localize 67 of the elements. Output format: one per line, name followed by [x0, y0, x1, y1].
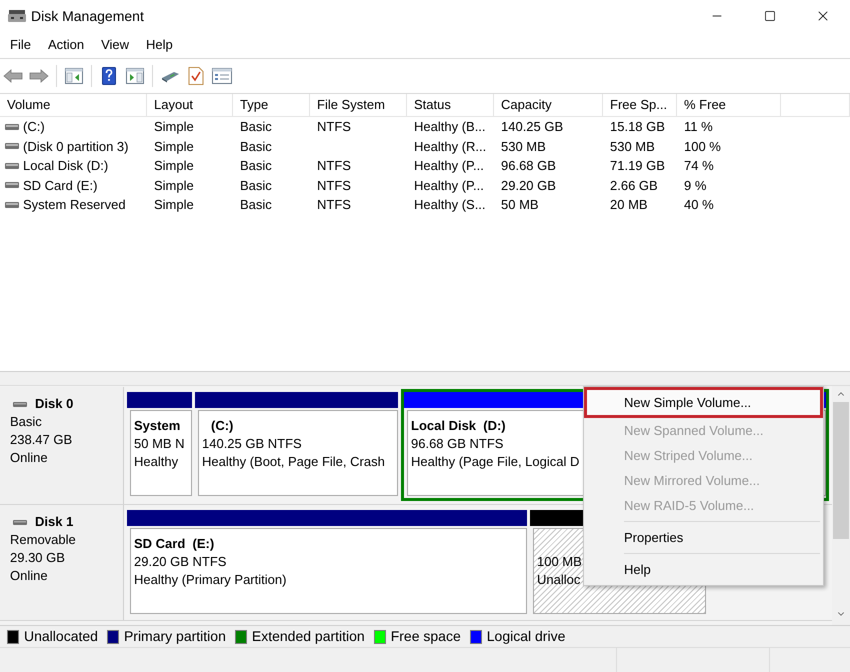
partition-title: Local Disk (D:)	[411, 417, 506, 435]
table-cell: Healthy (S...	[414, 197, 486, 212]
partition-status: Unalloc	[537, 571, 580, 589]
table-cell: Basic	[240, 197, 272, 212]
disk-type: Removable	[10, 531, 76, 549]
table-cell: NTFS	[317, 158, 351, 173]
table-cell: Basic	[240, 119, 272, 134]
legend-label: Primary partition	[124, 627, 226, 646]
table-cell: Simple	[154, 197, 194, 212]
table-cell: NTFS	[317, 119, 351, 134]
partition-size: 100 MB	[537, 553, 582, 571]
legend-label: Extended partition	[252, 627, 365, 646]
table-cell: 20 MB	[610, 197, 648, 212]
partition-size: 140.25 GB NTFS	[202, 435, 302, 453]
table-cell: 50 MB	[501, 197, 539, 212]
table-cell: Healthy (P...	[414, 158, 484, 173]
table-cell-text: (C:)	[23, 118, 45, 136]
table-cell: Basic	[240, 158, 272, 173]
disk-type: Basic	[10, 413, 42, 431]
table-cell-text: (Disk 0 partition 3)	[23, 138, 128, 156]
partition-title: SD Card (E:)	[134, 535, 214, 553]
table-cell: 11 %	[684, 119, 713, 134]
table-cell: 15.18 GB	[610, 119, 665, 134]
table-cell: Simple	[154, 178, 194, 192]
table-cell: Simple	[154, 138, 194, 154]
partition-status: Healthy (Boot, Page File, Crash	[202, 453, 385, 471]
table-cell: 100 %	[684, 138, 721, 154]
partition-size: 29.20 GB NTFS	[134, 553, 226, 571]
partition-status: Healthy (Primary Partition)	[134, 571, 286, 589]
table-cell-text: SD Card (E:)	[23, 176, 98, 195]
table-cell: NTFS	[317, 178, 351, 192]
partition-status: Healthy (Page File, Logical D	[411, 453, 580, 471]
legend-label: Logical drive	[486, 627, 566, 646]
table-cell: Healthy (B...	[414, 119, 486, 134]
table-cell: 71.19 GB	[610, 158, 665, 173]
partition-size: 50 MB N	[134, 435, 185, 453]
table-cell: Simple	[154, 158, 194, 173]
table-cell: 2.66 GB	[610, 178, 658, 192]
table-cell-text: Local Disk (D:)	[23, 157, 108, 175]
disk-name: Disk 0	[35, 395, 74, 413]
legend-label: Free space	[390, 627, 461, 646]
table-cell: 74 %	[684, 158, 714, 173]
disk-status: Online	[10, 567, 48, 585]
table-cell: 140.25 GB	[501, 119, 564, 134]
table-cell: Healthy (R...	[414, 138, 486, 154]
table-cell: Healthy (P...	[414, 178, 484, 192]
partition-title: System	[134, 417, 180, 435]
window-title: Disk Management	[31, 6, 144, 26]
table-cell: 96.68 GB	[501, 158, 556, 173]
disk-status: Online	[10, 449, 48, 467]
table-cell: 530 MB	[501, 138, 546, 154]
disk-name: Disk 1	[35, 513, 74, 531]
table-cell: Basic	[240, 138, 272, 154]
table-cell: 9 %	[684, 178, 706, 192]
table-cell: Simple	[154, 119, 194, 134]
table-cell: 530 MB	[610, 138, 655, 154]
disk-size: 238.47 GB	[10, 431, 72, 449]
disk-size: 29.30 GB	[10, 549, 65, 567]
table-cell: 29.20 GB	[501, 178, 556, 192]
table-cell: 40 %	[684, 197, 714, 212]
table-cell-text: System Reserved	[23, 196, 126, 214]
legend-label: Unallocated	[24, 627, 98, 646]
table-cell: Basic	[240, 178, 272, 192]
partition-size: 96.68 GB NTFS	[411, 435, 504, 453]
partition-title: (C:)	[211, 417, 234, 435]
partition-status: Healthy	[134, 453, 178, 471]
table-cell: NTFS	[317, 197, 351, 212]
